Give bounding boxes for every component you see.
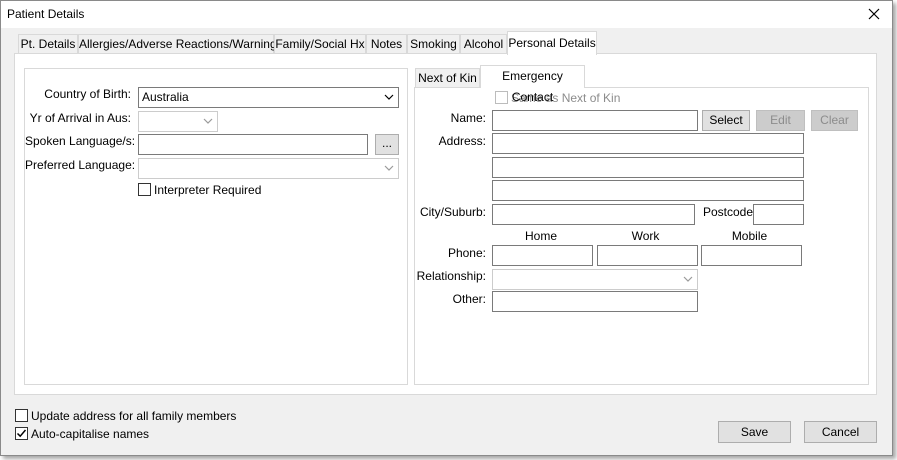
spoken-language-label: Spoken Language/s: [25,134,136,148]
tab-alcohol[interactable]: Alcohol [460,34,507,54]
tab-label: Pt. Details [20,37,76,51]
window-title: Patient Details [7,7,85,21]
preferred-language-select[interactable] [138,158,399,179]
title-bar: Patient Details [1,1,892,28]
chevron-down-icon [203,118,213,124]
browse-language-button[interactable]: ... [375,134,399,155]
tab-label: Next of Kin [418,71,477,85]
edit-button[interactable]: Edit [756,110,805,131]
home-phone-heading: Home [524,229,557,243]
country-of-birth-value: Australia [142,90,189,104]
country-of-birth-select[interactable]: Australia [138,87,399,108]
update-address-checkbox[interactable] [15,409,28,422]
same-as-next-of-kin-checkbox[interactable] [495,91,508,104]
tab-notes[interactable]: Notes [366,34,407,54]
select-button-label: Select [709,113,743,127]
clear-button[interactable]: Clear [811,110,858,131]
country-of-birth-label: Country of Birth: [44,87,131,101]
chevron-down-icon [683,276,693,282]
mobile-phone-heading: Mobile [731,229,768,243]
select-button[interactable]: Select [702,110,750,131]
save-button-label: Save [740,425,769,439]
chevron-down-icon [384,94,394,100]
spoken-language-input[interactable] [138,134,368,155]
relationship-select[interactable] [492,269,698,290]
mobile-phone-input[interactable] [701,245,802,266]
tab-label: Alcohol [463,37,504,51]
tab-label: Personal Details [508,36,596,50]
tab-personal-details[interactable]: Personal Details [507,31,597,55]
clear-button-label: Clear [820,113,849,127]
tab-next-of-kin[interactable]: Next of Kin [415,68,480,88]
yr-of-arrival-select[interactable] [138,111,218,132]
phone-label: Phone: [447,246,486,260]
postcode-input[interactable] [753,204,804,225]
interpreter-required-checkbox[interactable] [138,183,151,196]
checkmark-icon [16,429,27,438]
other-input[interactable] [492,291,698,312]
tab-allergies[interactable]: Allergies/Adverse Reactions/Warnings [78,34,283,54]
relationship-label: Relationship: [416,269,486,283]
auto-capitalise-checkbox[interactable] [15,427,28,440]
auto-capitalise-label: Auto-capitalise names [31,427,150,441]
home-phone-input[interactable] [492,245,593,266]
address-line-2-input[interactable] [492,157,804,178]
tab-label: Notes [370,37,403,51]
yr-of-arrival-label: Yr of Arrival in Aus: [29,111,131,125]
name-label: Name: [450,111,486,125]
city-suburb-input[interactable] [492,204,695,225]
patient-details-window: Patient Details Pt. Details Allergies/Ad… [0,0,893,456]
save-button[interactable]: Save [718,421,791,443]
close-icon [868,8,880,20]
other-label: Other: [452,292,486,306]
tab-pt-details[interactable]: Pt. Details [18,34,78,54]
postcode-label: Postcode: [703,205,757,219]
tab-label: Allergies/Adverse Reactions/Warnings [79,37,283,51]
update-address-label: Update address for all family members [31,409,237,423]
interpreter-required-label: Interpreter Required [154,183,262,197]
cancel-button[interactable]: Cancel [804,421,877,443]
work-phone-input[interactable] [597,245,698,266]
work-phone-heading: Work [631,229,660,243]
edit-button-label: Edit [770,113,791,127]
tab-smoking[interactable]: Smoking [407,34,460,54]
cancel-button-label: Cancel [821,425,860,439]
address-line-1-input[interactable] [492,133,804,154]
tab-family-social-hx[interactable]: Family/Social Hx [274,34,366,54]
address-label: Address: [438,134,486,148]
chevron-down-icon [384,165,394,171]
address-line-3-input[interactable] [492,180,804,201]
tab-emergency-contact[interactable]: Emergency Contact [480,65,585,104]
city-suburb-label: City/Suburb: [419,205,486,219]
close-button[interactable] [863,4,885,24]
browse-button-label: ... [381,136,392,150]
tab-label: Family/Social Hx [275,37,365,51]
name-input[interactable] [492,110,698,131]
tab-label: Smoking [410,37,457,51]
preferred-language-label: Preferred Language: [25,158,136,172]
